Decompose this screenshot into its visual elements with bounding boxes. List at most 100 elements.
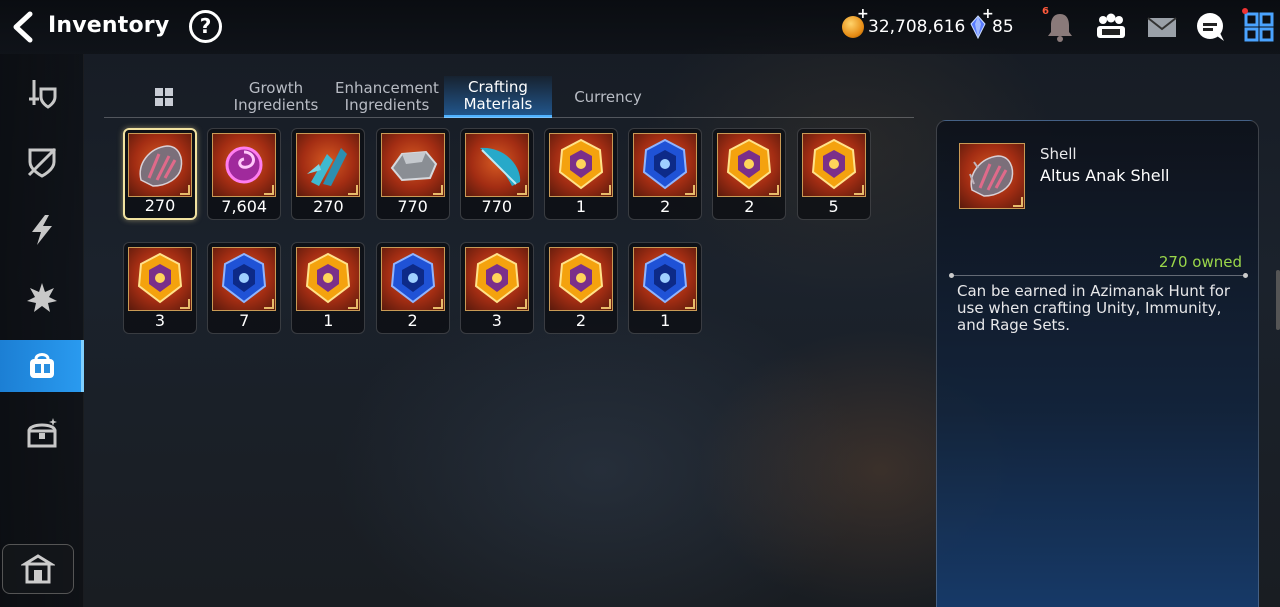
item-detail-panel: Shell Altus Anak Shell 270 owned Can be … bbox=[936, 120, 1259, 607]
item-slot[interactable]: 270 bbox=[291, 128, 366, 220]
tab-label: Materials bbox=[463, 94, 533, 113]
sidebar-item-equipment[interactable] bbox=[0, 68, 84, 120]
grid-icon bbox=[155, 88, 173, 106]
frame-corner bbox=[348, 299, 359, 309]
item-quantity: 7 bbox=[239, 311, 250, 330]
frame-corner bbox=[432, 299, 443, 309]
tab-label: Ingredients bbox=[344, 96, 430, 114]
top-bar: Inventory ? + 32,708,616 + 85 6 bbox=[0, 0, 1280, 54]
item-slot[interactable]: 2 bbox=[628, 128, 703, 220]
star-burst-icon bbox=[27, 283, 57, 312]
tab-currency[interactable]: Currency bbox=[560, 76, 656, 118]
sidebar-item-skills[interactable] bbox=[0, 204, 84, 256]
bag-icon bbox=[30, 353, 54, 378]
sidebar bbox=[0, 54, 84, 607]
item-slot[interactable]: 270 bbox=[123, 128, 197, 220]
divider bbox=[949, 273, 1248, 278]
item-description: Can be earned in Azimanak Hunt for use w… bbox=[957, 282, 1231, 334]
gold-amount: 32,708,616 bbox=[868, 17, 966, 37]
item-quantity: 1 bbox=[575, 197, 587, 216]
item-slot[interactable]: 1 bbox=[544, 128, 618, 220]
item-quantity: 270 bbox=[144, 196, 176, 215]
frame-corner bbox=[1013, 197, 1023, 207]
frame-corner bbox=[601, 299, 611, 309]
item-slot[interactable]: 5 bbox=[796, 128, 871, 220]
broken-shield-icon bbox=[27, 147, 57, 178]
category-tabs: Growth Ingredients Enhancement Ingredients… bbox=[104, 72, 914, 118]
back-button[interactable] bbox=[6, 8, 42, 46]
tab-all[interactable] bbox=[146, 76, 182, 118]
sidebar-item-materials[interactable] bbox=[0, 340, 84, 392]
tab-enhancement-ingredients[interactable]: Enhancement Ingredients bbox=[334, 76, 440, 118]
item-image bbox=[717, 133, 782, 197]
item-image bbox=[128, 133, 192, 197]
item-quantity: 2 bbox=[575, 311, 587, 330]
chat-button[interactable] bbox=[1193, 10, 1227, 44]
sidebar-item-artifacts[interactable] bbox=[0, 136, 84, 188]
tab-label: Currency bbox=[574, 87, 642, 106]
item-image bbox=[633, 133, 698, 197]
item-slot[interactable]: 2 bbox=[544, 242, 618, 334]
arrow-left-icon bbox=[13, 11, 33, 43]
item-quantity: 1 bbox=[323, 311, 334, 330]
item-quantity: 7,604 bbox=[221, 197, 268, 216]
tab-label: Growth bbox=[248, 79, 304, 97]
frame-corner bbox=[516, 185, 527, 195]
item-quantity: 770 bbox=[397, 197, 428, 216]
item-name: Altus Anak Shell bbox=[1040, 166, 1170, 185]
tab-crafting-materials[interactable]: Crafting Materials bbox=[444, 76, 552, 118]
frame-corner bbox=[853, 185, 864, 195]
notification-button[interactable]: 6 bbox=[1042, 6, 1080, 44]
plus-icon: + bbox=[982, 6, 994, 22]
item-quantity: 1 bbox=[660, 311, 671, 330]
item-image bbox=[296, 247, 361, 311]
tab-growth-ingredients[interactable]: Growth Ingredients bbox=[224, 76, 328, 118]
sidebar-item-catalysts[interactable] bbox=[0, 272, 84, 324]
mail-button[interactable] bbox=[1146, 10, 1178, 44]
item-category: Shell bbox=[1040, 145, 1077, 163]
item-slot[interactable]: 770 bbox=[375, 128, 450, 220]
plus-icon: + bbox=[857, 6, 869, 22]
item-slot[interactable]: 1 bbox=[291, 242, 366, 334]
item-quantity: 270 bbox=[313, 197, 344, 216]
item-slot[interactable]: 770 bbox=[459, 128, 534, 220]
shop-icon bbox=[21, 554, 55, 584]
menu-button[interactable] bbox=[1242, 8, 1276, 44]
item-quantity: 3 bbox=[491, 311, 502, 330]
frame-corner bbox=[685, 299, 696, 309]
item-detail-image bbox=[959, 143, 1025, 209]
tab-underline bbox=[104, 117, 914, 118]
shop-button[interactable] bbox=[2, 544, 74, 594]
gold-currency[interactable]: + 32,708,616 bbox=[842, 6, 966, 42]
frame-corner bbox=[516, 299, 527, 309]
item-image bbox=[633, 247, 698, 311]
item-slot[interactable]: 3 bbox=[459, 242, 534, 334]
item-quantity: 2 bbox=[744, 197, 755, 216]
frame-corner bbox=[685, 185, 696, 195]
frame-corner bbox=[264, 185, 275, 195]
item-slot[interactable]: 2 bbox=[375, 242, 450, 334]
sidebar-item-chests[interactable] bbox=[0, 408, 84, 460]
frame-corner bbox=[348, 185, 359, 195]
page-title: Inventory bbox=[48, 13, 170, 38]
chest-icon bbox=[27, 418, 57, 448]
item-image bbox=[464, 133, 529, 197]
item-quantity: 3 bbox=[154, 311, 166, 330]
item-image bbox=[128, 247, 192, 311]
help-button[interactable]: ? bbox=[189, 10, 222, 43]
item-image bbox=[212, 133, 277, 197]
scrollbar[interactable] bbox=[1276, 270, 1280, 330]
item-slot[interactable]: 7,604 bbox=[207, 128, 282, 220]
item-quantity: 770 bbox=[481, 197, 513, 216]
item-slot[interactable]: 3 bbox=[123, 242, 197, 334]
item-slot[interactable]: 1 bbox=[628, 242, 703, 334]
team-button[interactable] bbox=[1094, 10, 1130, 44]
item-quantity: 2 bbox=[407, 311, 418, 330]
alert-dot bbox=[1242, 8, 1248, 14]
frame-corner bbox=[432, 185, 443, 195]
tab-label: Enhancement bbox=[335, 79, 439, 97]
item-slot[interactable]: 7 bbox=[207, 242, 282, 334]
crystal-amount: 85 bbox=[992, 17, 1014, 37]
item-slot[interactable]: 2 bbox=[712, 128, 787, 220]
crystal-currency[interactable]: + 85 bbox=[970, 6, 1014, 42]
